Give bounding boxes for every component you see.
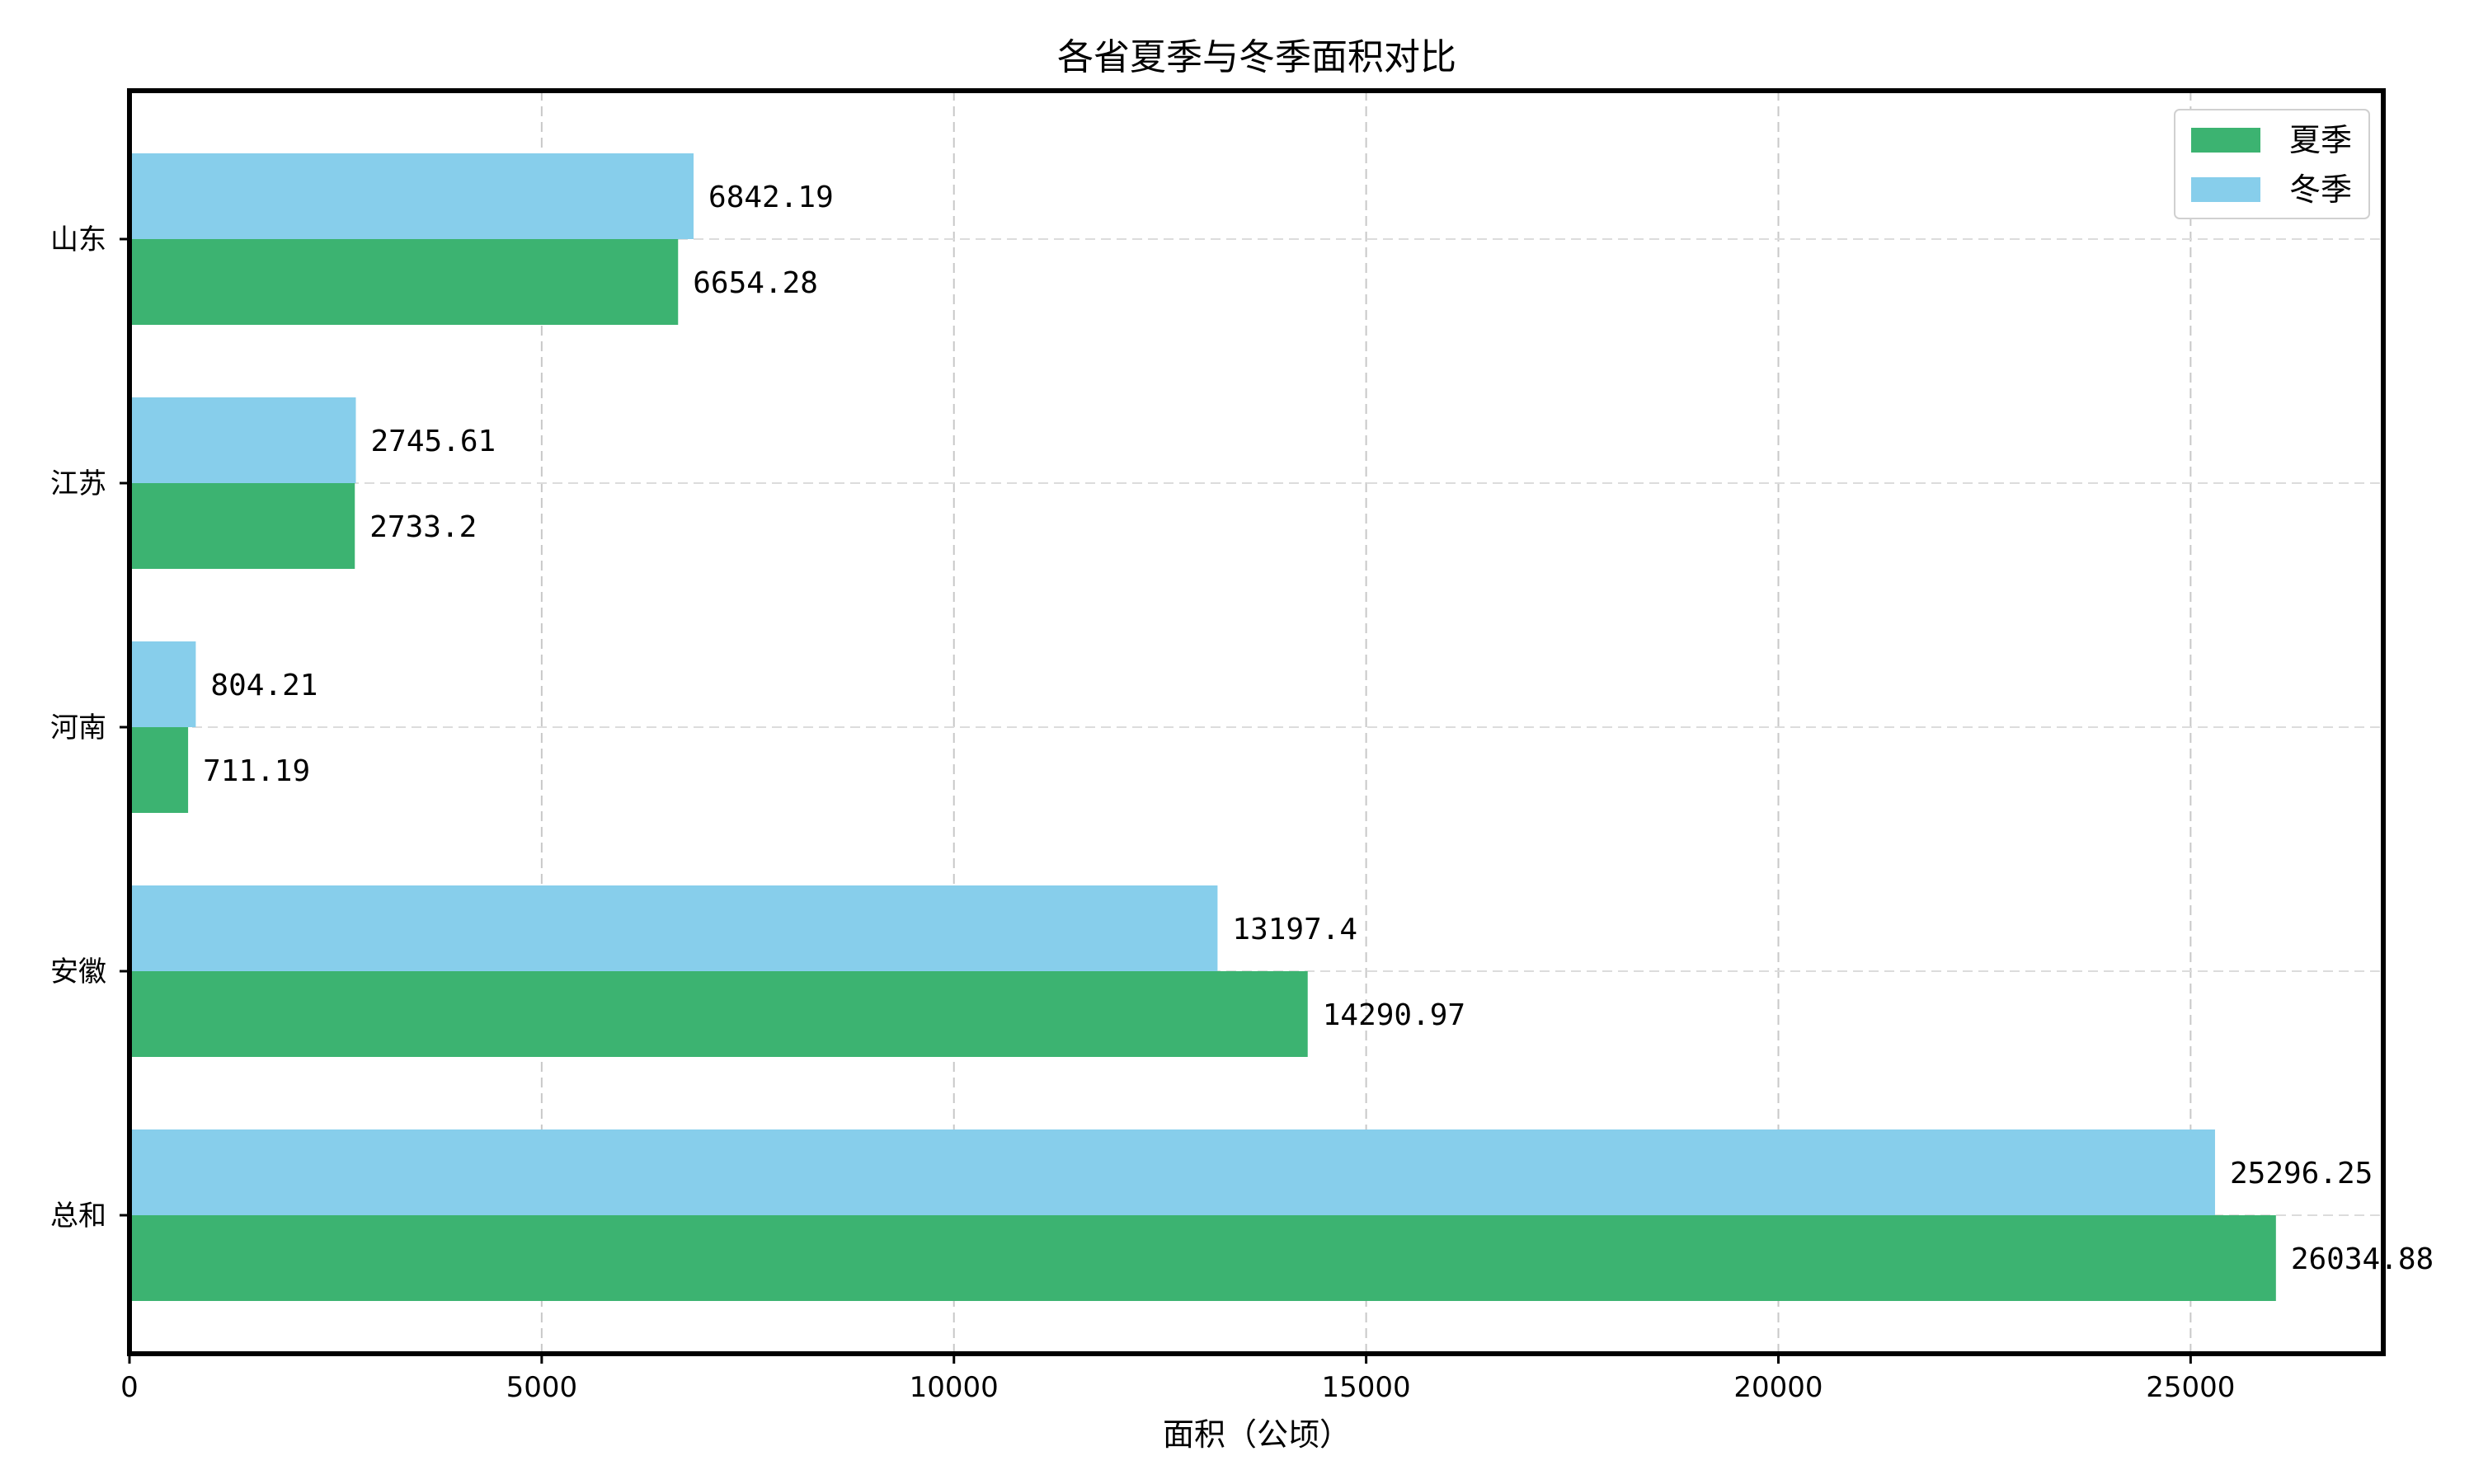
- bar-value-label: 6654.28: [693, 266, 818, 300]
- data-labels: 6842.19 6654.28 2745.61 2733.2 804.21 711.19 1…: [203, 181, 2434, 1276]
- bar: [129, 641, 196, 727]
- y-tick-label: 江苏: [50, 467, 106, 500]
- x-tick-label: 20000: [1733, 1371, 1823, 1404]
- y-tick-label: 安徽: [50, 956, 106, 989]
- legend-swatch: [2191, 128, 2260, 153]
- bar-value-label: 2745.61: [370, 425, 496, 458]
- legend: 夏季冬季: [2174, 109, 2370, 219]
- legend-label: 冬季: [2289, 171, 2352, 208]
- x-tick-label: 25000: [2146, 1371, 2235, 1404]
- y-tick-label: 山东: [50, 223, 106, 256]
- bar-value-label: 711.19: [203, 754, 310, 788]
- bar: [129, 727, 189, 813]
- y-tick-label: 总和: [50, 1200, 106, 1233]
- x-tick-label: 0: [120, 1371, 139, 1404]
- x-axis-label: 面积（公顷）: [1163, 1416, 1351, 1453]
- x-tick-label: 15000: [1322, 1371, 1411, 1404]
- bar-value-label: 13197.4: [1232, 913, 1357, 946]
- legend-label: 夏季: [2289, 122, 2352, 158]
- bar: [129, 1129, 2215, 1215]
- bar-value-label: 2733.2: [369, 510, 477, 544]
- bar-value-label: 6842.19: [708, 181, 834, 214]
- bar-value-label: 26034.88: [2291, 1242, 2434, 1276]
- legend-swatch: [2191, 177, 2260, 202]
- x-axis-ticks: 0 5000 10000 15000 20000 25000: [120, 1354, 2235, 1404]
- x-tick-label: 10000: [910, 1371, 999, 1404]
- y-tick-label: 河南: [50, 711, 106, 744]
- chart-title: 各省夏季与冬季面积对比: [1057, 36, 1456, 78]
- bar: [129, 397, 356, 483]
- bar: [129, 885, 1218, 971]
- y-axis-ticks: 山东江苏河南安徽总和: [50, 223, 129, 1233]
- chart: 各省夏季与冬季面积对比 6842.19 6654.28 2745.61 2733.2 8…: [50, 36, 2434, 1453]
- bar: [129, 971, 1308, 1057]
- bar: [129, 1215, 2276, 1301]
- bar-value-label: 14290.97: [1323, 998, 1465, 1032]
- x-tick-label: 5000: [506, 1371, 578, 1404]
- bar: [129, 239, 679, 325]
- bar: [129, 153, 694, 239]
- bar: [129, 483, 355, 569]
- bar-value-label: 804.21: [210, 669, 317, 702]
- bar-value-label: 25296.25: [2230, 1157, 2373, 1190]
